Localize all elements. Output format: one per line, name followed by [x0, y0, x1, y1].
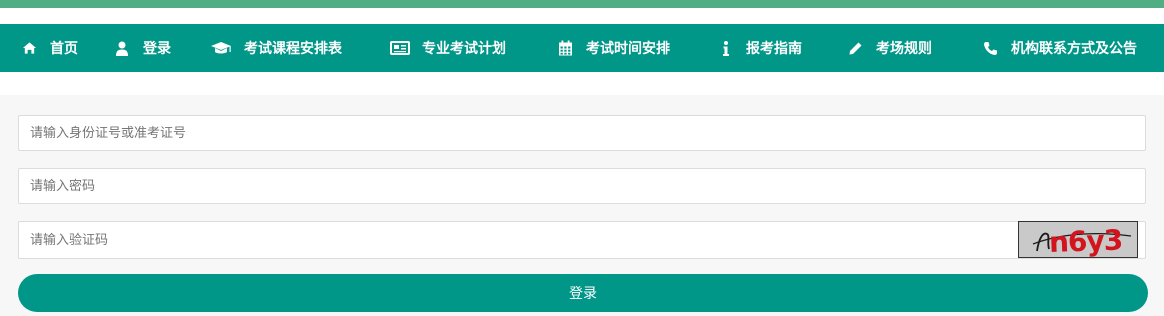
nav-item-exam-rules[interactable]: 考场规则: [846, 24, 932, 72]
pencil-icon: [846, 39, 864, 57]
top-accent-stripe: [0, 0, 1164, 8]
nav-item-guide[interactable]: 报考指南: [718, 24, 802, 72]
nav-item-home[interactable]: 首页: [20, 24, 78, 72]
nav-item-exam-time[interactable]: 考试时间安排: [556, 24, 670, 72]
nav-item-course-schedule[interactable]: 考试课程安排表: [210, 24, 342, 72]
captcha-input[interactable]: [18, 221, 1146, 259]
nav-label: 登录: [143, 41, 171, 57]
nav-item-exam-plan[interactable]: 专业考试计划: [390, 24, 506, 72]
nav-label: 考试时间安排: [586, 41, 670, 57]
graduation-cap-icon: [210, 39, 232, 57]
user-icon: [113, 39, 131, 57]
login-button[interactable]: 登录: [18, 274, 1148, 312]
nav-label: 首页: [50, 41, 78, 57]
nav-item-contact[interactable]: 机构联系方式及公告: [981, 24, 1137, 72]
nav-label: 专业考试计划: [422, 41, 506, 57]
nav-label: 机构联系方式及公告: [1011, 41, 1137, 57]
nav-label: 考试课程安排表: [244, 41, 342, 57]
calendar-icon: [556, 39, 574, 57]
nav-label: 报考指南: [746, 41, 802, 57]
captcha-image[interactable]: n6y3: [1018, 221, 1138, 258]
newspaper-icon: [390, 39, 410, 57]
phone-icon: [981, 39, 999, 57]
password-input[interactable]: [18, 168, 1146, 204]
main-navbar: 首页 登录 考试课程安排表 专业考试计划 考试时间安排 报考指南 考场规则 机构…: [0, 24, 1164, 72]
nav-item-login[interactable]: 登录: [113, 24, 171, 72]
home-icon: [20, 39, 38, 57]
info-icon: [718, 39, 734, 57]
id-number-input[interactable]: [18, 115, 1146, 151]
captcha-text: n6y3: [1048, 224, 1122, 257]
nav-label: 考场规则: [876, 41, 932, 57]
